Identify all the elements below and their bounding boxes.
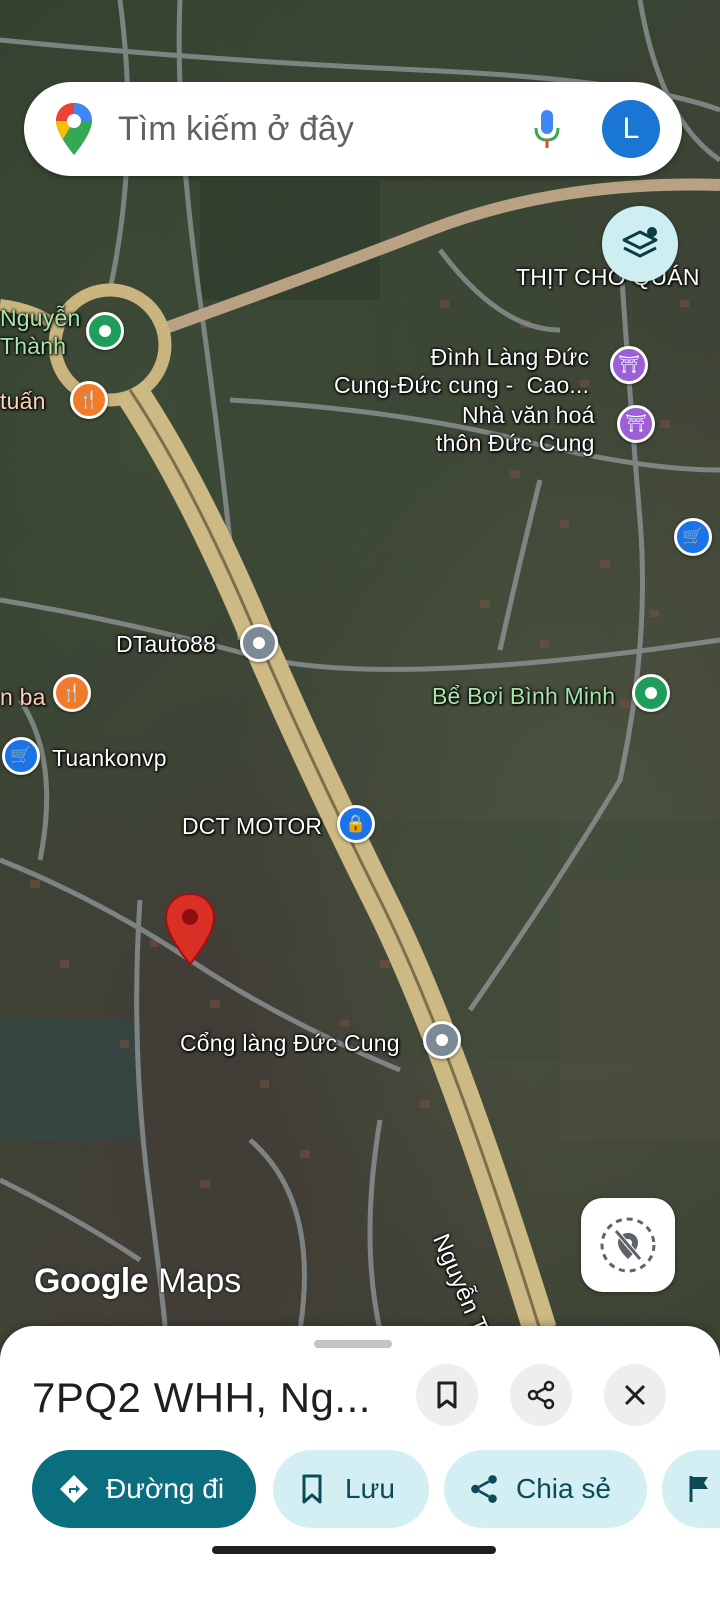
directions-button[interactable]: Đường đi <box>32 1450 256 1528</box>
search-input[interactable]: Tìm kiếm ở đây <box>118 110 532 149</box>
gesture-nav-bar[interactable] <box>212 1546 496 1554</box>
label-nha-van-hoa[interactable]: Nhà văn hoá thôn Đức Cung <box>436 401 595 457</box>
share-icon <box>527 1380 555 1410</box>
bookmark-icon <box>299 1473 325 1505</box>
my-location-button[interactable] <box>581 1198 675 1292</box>
label-ba[interactable]: n ba <box>0 684 46 711</box>
label-cong-lang[interactable]: Cổng làng Đức Cung <box>180 1030 400 1057</box>
pool-marker[interactable] <box>632 674 670 712</box>
share-label: Chia sẻ <box>516 1473 611 1504</box>
close-button[interactable] <box>604 1364 666 1426</box>
label-be-boi[interactable]: Bể Bơi Bình Minh <box>432 683 615 710</box>
shopping-marker-icon[interactable]: 🛒 <box>674 518 712 556</box>
label-tuan[interactable]: tuấn <box>0 388 46 415</box>
location-off-icon <box>600 1217 656 1273</box>
place-marker[interactable] <box>240 624 278 662</box>
place-marker[interactable] <box>86 312 124 350</box>
search-bar[interactable]: Tìm kiếm ở đây L <box>24 82 682 176</box>
map-view[interactable]: Nguyễn Thành tuấn 🍴 THỊT CHÓ QUÁN Đình L… <box>0 0 720 1400</box>
share-chip-button[interactable]: Chia sẻ <box>444 1450 647 1528</box>
label-nguyen-thanh[interactable]: Nguyễn Thành <box>0 304 80 360</box>
google-maps-logo-icon <box>56 103 92 155</box>
drag-handle[interactable] <box>314 1340 392 1348</box>
share-icon <box>468 1473 500 1505</box>
mic-icon[interactable] <box>532 108 562 150</box>
google-wordmark: Google <box>34 1262 149 1300</box>
layers-icon <box>622 227 658 258</box>
flag-icon <box>688 1474 710 1504</box>
layers-button[interactable] <box>602 206 678 282</box>
restaurant-marker-icon[interactable]: 🍴 <box>53 674 91 712</box>
label-dtauto88[interactable]: DTauto88 <box>116 631 216 658</box>
place-title: 7PQ2 WHH, Ng... <box>32 1374 371 1421</box>
landmark-marker-icon[interactable]: ⛩ <box>617 405 655 443</box>
shopping-marker-icon[interactable]: 🛒 <box>2 737 40 775</box>
place-marker[interactable] <box>423 1021 461 1059</box>
maps-wordmark: Maps <box>158 1262 242 1300</box>
google-maps-watermark: Google Maps <box>34 1262 241 1301</box>
share-button[interactable] <box>510 1364 572 1426</box>
directions-icon <box>58 1473 90 1505</box>
store-marker-icon[interactable]: 🔒 <box>337 805 375 843</box>
close-icon <box>624 1384 646 1406</box>
restaurant-marker-icon[interactable]: 🍴 <box>70 381 108 419</box>
label-thit-cho-quan[interactable]: THỊT CHÓ QUÁN <box>516 264 700 291</box>
bookmark-icon <box>437 1381 457 1409</box>
avatar[interactable]: L <box>602 100 660 158</box>
report-button[interactable] <box>662 1450 720 1528</box>
label-dinh-lang[interactable]: Đình Làng Đức Cung-Đức cung - Cao... <box>334 343 589 399</box>
label-dct-motor[interactable]: DCT MOTOR <box>182 813 322 840</box>
place-bottom-sheet[interactable]: 7PQ2 WHH, Ng... Đường đi Lưu Chia sẻ <box>0 1326 720 1600</box>
save-button[interactable]: Lưu <box>273 1450 429 1528</box>
bookmark-button[interactable] <box>416 1364 478 1426</box>
label-tuankonvp[interactable]: Tuankonvp <box>52 745 167 772</box>
directions-label: Đường đi <box>106 1473 225 1504</box>
temple-marker-icon[interactable]: ⛩ <box>610 346 648 384</box>
save-label: Lưu <box>345 1473 395 1504</box>
dropped-pin-icon[interactable] <box>164 892 216 966</box>
